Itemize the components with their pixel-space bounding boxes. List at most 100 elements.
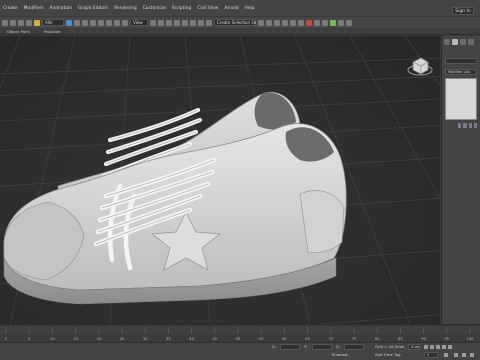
show-end-result-icon[interactable] — [463, 123, 467, 128]
timeline-tick-label: 45 — [213, 337, 218, 341]
timeline-tick-label: 35 — [166, 337, 171, 341]
timeline-tick-label: 55 — [259, 337, 264, 341]
menu-customize[interactable]: Customize — [140, 6, 169, 11]
render-production-icon[interactable] — [330, 19, 336, 26]
angle-snap-icon[interactable] — [182, 19, 188, 26]
modifier-stack[interactable] — [445, 78, 477, 120]
snaps-toggle-icon[interactable] — [174, 19, 180, 26]
edit-named-selection-icon[interactable] — [206, 19, 212, 26]
remove-modifier-icon[interactable] — [473, 123, 477, 128]
timeline-tick-label: 50 — [236, 337, 241, 341]
ribbon-bar: Object Paint Populate — [0, 28, 480, 35]
menu-bar: Create Modifiers Animation Graph Editors… — [0, 0, 480, 16]
link-icon[interactable] — [18, 19, 24, 26]
menu-create[interactable]: Create — [0, 6, 21, 11]
percent-snap-icon[interactable] — [190, 19, 196, 26]
sign-in-button[interactable]: Sign In — [452, 7, 474, 15]
auto-key-button[interactable]: Auto — [408, 344, 420, 350]
timeline-tick-label: 40 — [189, 337, 194, 341]
object-name-field[interactable] — [445, 58, 477, 64]
toggle-ribbon-icon[interactable] — [282, 19, 288, 26]
zoom-extents-icon[interactable] — [454, 353, 458, 357]
add-time-tag-button[interactable]: Add Time Tag — [375, 352, 400, 357]
coord-z-label: Z: — [336, 344, 340, 349]
curve-editor-icon[interactable] — [290, 19, 296, 26]
menu-rendering[interactable]: Rendering — [111, 6, 139, 11]
motion-tab-icon[interactable] — [468, 39, 474, 45]
unlink-icon[interactable] — [26, 19, 32, 26]
timeline-tick-label: 65 — [305, 337, 310, 341]
timeline-tick-label: 10 — [50, 337, 55, 341]
a360-gallery-icon[interactable] — [346, 19, 352, 26]
timeline-tick-label: 80 — [375, 337, 380, 341]
modifier-list-dropdown[interactable]: Modifier List — [445, 69, 477, 75]
window-crossing-icon[interactable] — [90, 19, 96, 26]
render-setup-icon[interactable] — [314, 19, 320, 26]
timeline-tick-label: 30 — [143, 337, 148, 341]
menu-animation[interactable]: Animation — [47, 6, 75, 11]
select-manipulate-icon[interactable] — [158, 19, 164, 26]
pivot-center-icon[interactable] — [150, 19, 156, 26]
layer-explorer-icon[interactable] — [274, 19, 280, 26]
move-icon[interactable] — [98, 19, 104, 26]
mirror-icon[interactable] — [258, 19, 264, 26]
menu-scripting[interactable]: Scripting — [169, 6, 195, 11]
rotate-icon[interactable] — [106, 19, 112, 26]
menu-help[interactable]: Help — [242, 6, 258, 11]
timeline-tick-label: 100 — [467, 337, 475, 341]
material-editor-icon[interactable] — [306, 19, 312, 26]
time-slider-track[interactable]: 0 5 10 15 20 25 30 35 40 45 50 55 60 65 70 75 80 85 90 95 10… — [0, 324, 480, 342]
pin-stack-icon[interactable] — [458, 123, 462, 128]
time-configuration-icon[interactable] — [444, 353, 448, 357]
undo-icon[interactable] — [2, 19, 8, 26]
modifier-stack-tools — [458, 123, 477, 128]
region-select-icon[interactable] — [82, 19, 88, 26]
scale-icon[interactable] — [114, 19, 120, 26]
bind-space-warp-icon[interactable] — [34, 19, 40, 26]
timeline-tick-label: 15 — [73, 337, 78, 341]
select-object-icon[interactable] — [66, 19, 72, 26]
coord-x-field[interactable] — [280, 344, 300, 350]
menu-arnold[interactable]: Arnold — [221, 6, 241, 11]
create-tab-icon[interactable] — [444, 39, 450, 45]
placement-icon[interactable] — [122, 19, 128, 26]
go-to-end-icon[interactable] — [448, 345, 452, 349]
previous-frame-icon[interactable] — [430, 345, 434, 349]
redo-icon[interactable] — [10, 19, 16, 26]
keyboard-shortcut-override-icon[interactable] — [166, 19, 172, 26]
modify-tab-icon[interactable] — [452, 39, 458, 45]
maximize-viewport-icon[interactable] — [470, 353, 474, 357]
spinner-snap-icon[interactable] — [198, 19, 204, 26]
play-icon[interactable] — [436, 345, 440, 349]
coord-z-field[interactable] — [344, 344, 364, 350]
hierarchy-tab-icon[interactable] — [460, 39, 466, 45]
command-panel-tabs — [442, 36, 480, 48]
timeline-tick-label: 25 — [120, 337, 125, 341]
align-icon[interactable] — [266, 19, 272, 26]
main-toolbar: Alle View Create Selection Se — [0, 16, 480, 28]
orbit-icon[interactable] — [462, 353, 466, 357]
rendered-frame-window-icon[interactable] — [322, 19, 328, 26]
render-in-cloud-icon[interactable] — [338, 19, 344, 26]
perspective-viewport[interactable] — [0, 36, 440, 324]
coord-y-field[interactable] — [312, 344, 332, 350]
menu-modifiers[interactable]: Modifiers — [21, 6, 47, 11]
enabled-label: Enabled: — [332, 352, 349, 357]
selection-filter-dropdown[interactable]: Alle — [42, 19, 64, 26]
reference-coordinate-dropdown[interactable]: View — [130, 19, 148, 26]
go-to-start-icon[interactable] — [424, 345, 428, 349]
current-frame-field[interactable]: 0 — [424, 352, 438, 358]
ribbon-tab-object-paint[interactable]: Object Paint — [0, 29, 37, 34]
ribbon-tab-populate[interactable]: Populate — [37, 29, 68, 34]
timeline-tick-label: 95 — [445, 337, 450, 341]
make-unique-icon[interactable] — [468, 123, 472, 128]
next-frame-icon[interactable] — [442, 345, 446, 349]
named-selection-sets-dropdown[interactable]: Create Selection Se — [214, 19, 256, 26]
grid-size-readout: Grid = 10,0mm — [375, 344, 405, 349]
select-by-name-icon[interactable] — [74, 19, 80, 26]
timeline-tick-label: 5 — [28, 337, 30, 341]
menu-civil-view[interactable]: Civil View — [194, 6, 221, 11]
menu-graph-editors[interactable]: Graph Editors — [75, 6, 111, 11]
coord-x-label: X: — [272, 344, 276, 349]
schematic-view-icon[interactable] — [298, 19, 304, 26]
